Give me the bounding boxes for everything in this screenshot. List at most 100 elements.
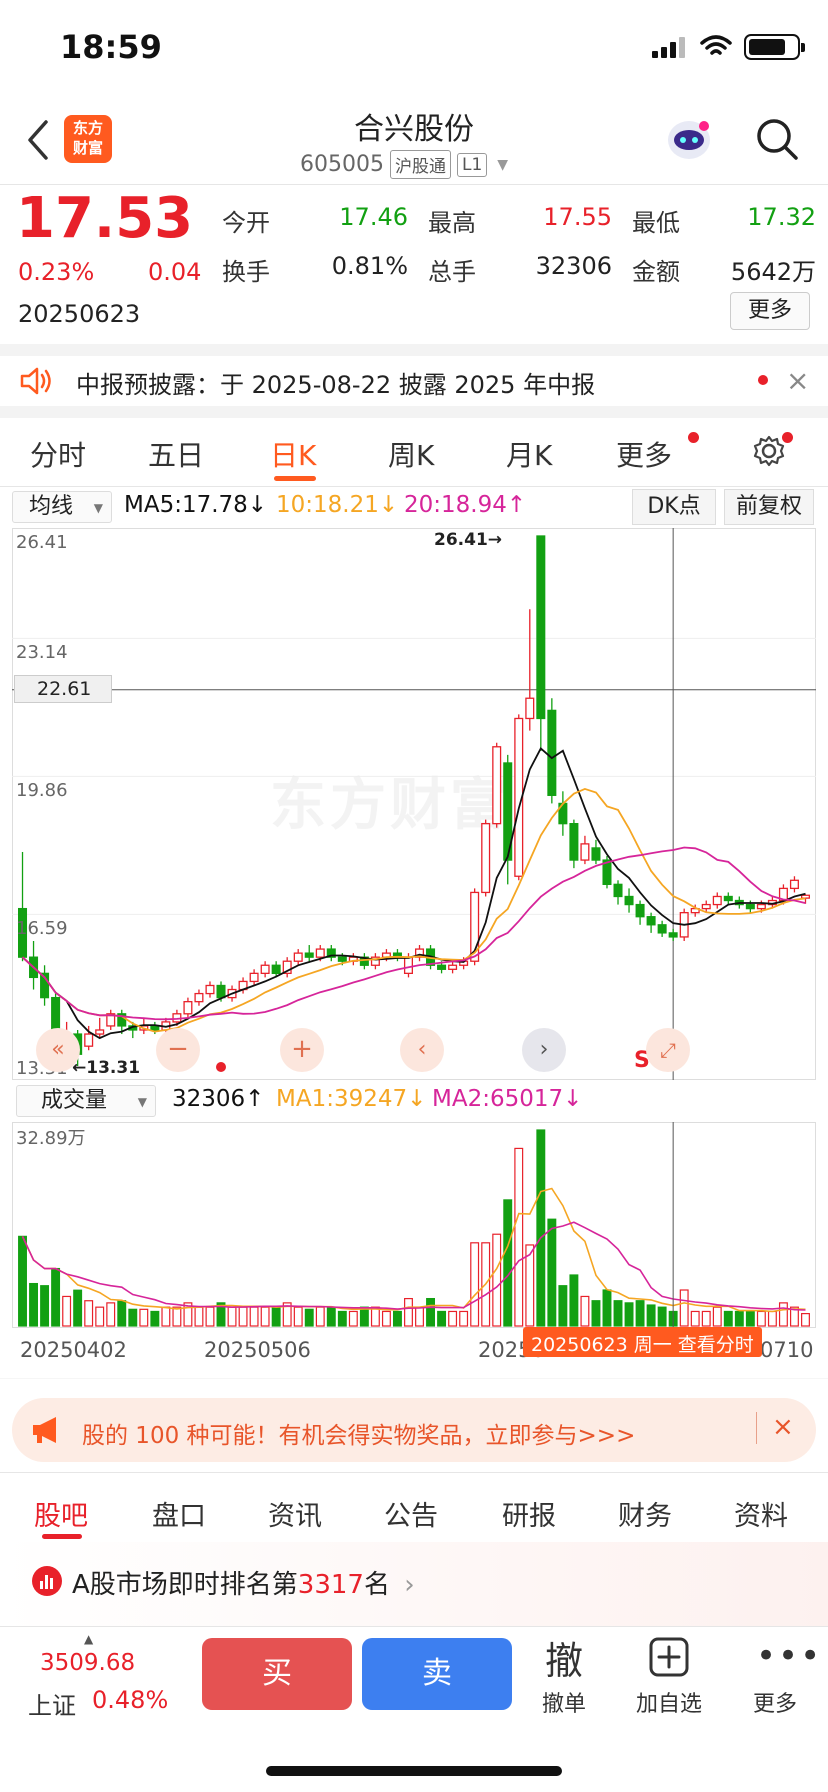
add-watchlist-icon[interactable] bbox=[648, 1636, 690, 1678]
add-watchlist-label[interactable]: 加自选 bbox=[629, 1686, 709, 1718]
tab-five-day[interactable]: 五日 bbox=[148, 434, 204, 474]
more-label[interactable]: 更多 bbox=[735, 1686, 815, 1718]
scroll-left-fast-button[interactable]: « bbox=[36, 1028, 80, 1072]
volume-bar bbox=[337, 1310, 347, 1327]
y-tick-label: 26.41 bbox=[16, 532, 68, 553]
view-intraday-badge[interactable]: 20250623 周一 查看分时 bbox=[523, 1327, 762, 1357]
volume-bar bbox=[459, 1310, 469, 1327]
high-label: 最高 bbox=[428, 209, 476, 237]
more-dots-icon[interactable]: ••• bbox=[756, 1636, 822, 1676]
robot-assistant-icon[interactable] bbox=[664, 116, 714, 162]
volume-bar bbox=[657, 1306, 667, 1327]
volume-bar bbox=[128, 1308, 138, 1327]
volume-bar bbox=[547, 1218, 557, 1327]
volume-bar bbox=[602, 1289, 612, 1327]
tab-news[interactable]: 资讯 bbox=[268, 1494, 322, 1533]
volume-ma1: MA1:39247↓ bbox=[276, 1086, 427, 1112]
search-icon[interactable] bbox=[754, 116, 800, 162]
stock-code-row[interactable]: 605005 沪股通 L1 ▼ bbox=[300, 150, 508, 179]
candle-body bbox=[635, 903, 645, 918]
tab-finance[interactable]: 财务 bbox=[618, 1494, 672, 1533]
tab-monthly-k[interactable]: 月K bbox=[506, 434, 552, 474]
tab-announcements[interactable]: 公告 bbox=[384, 1494, 438, 1533]
promo-close-button[interactable]: × bbox=[772, 1412, 794, 1442]
notice-text[interactable]: 中报预披露：于 2025-08-22 披露 2025 年中报 bbox=[76, 365, 595, 400]
index-change[interactable]: 0.48% bbox=[92, 1686, 168, 1714]
change-amount: 0.04 bbox=[148, 258, 202, 286]
candle-body bbox=[315, 948, 325, 958]
up-arrow-icon[interactable]: ▲ bbox=[84, 1632, 93, 1646]
index-value[interactable]: 3509.68 bbox=[40, 1650, 135, 1676]
candle-body bbox=[723, 895, 733, 902]
volume-bar bbox=[51, 1267, 61, 1327]
tab-daily-k[interactable]: 日K bbox=[270, 434, 316, 474]
dk-point-button[interactable]: DK点 bbox=[632, 489, 716, 525]
volume-bar bbox=[249, 1306, 259, 1327]
volume-bar bbox=[359, 1306, 369, 1327]
volume-bar bbox=[117, 1300, 127, 1327]
tab-profile[interactable]: 资料 bbox=[734, 1494, 788, 1533]
candle-body bbox=[437, 964, 447, 970]
tab-research[interactable]: 研报 bbox=[502, 1494, 556, 1533]
rank-prefix: A股市场即时排名第 bbox=[72, 1570, 298, 1600]
low-value: 17.32 bbox=[747, 203, 816, 231]
ma5-value: MA5:17.78↓ bbox=[124, 492, 268, 518]
change-percent: 0.23% bbox=[18, 258, 95, 286]
volume-bar bbox=[723, 1310, 733, 1327]
volume-bar bbox=[591, 1300, 601, 1327]
volume-bar bbox=[624, 1302, 634, 1327]
promo-text[interactable]: 股的 100 种可能！有机会得实物奖品，立即参与>>> bbox=[82, 1416, 635, 1450]
volume-bar bbox=[161, 1306, 171, 1327]
zoom-in-button[interactable]: + bbox=[280, 1028, 324, 1072]
rank-text[interactable]: A股市场即时排名第3317名 › bbox=[72, 1564, 415, 1601]
low-label: 最低 bbox=[632, 209, 680, 237]
sell-button[interactable]: 卖 bbox=[362, 1638, 512, 1710]
tab-order-book[interactable]: 盘口 bbox=[152, 1494, 206, 1533]
scroll-left-button[interactable]: ‹ bbox=[400, 1028, 444, 1072]
notice-close-button[interactable]: × bbox=[786, 364, 809, 397]
candle-body bbox=[701, 903, 711, 910]
adjust-mode-button[interactable]: 前复权 bbox=[724, 489, 814, 525]
volume-bar bbox=[679, 1289, 689, 1327]
volume-bar bbox=[293, 1306, 303, 1327]
candle-body bbox=[260, 964, 270, 975]
dropdown-icon: ▼ bbox=[93, 501, 103, 515]
scroll-right-button[interactable]: › bbox=[522, 1028, 566, 1072]
quote-more-button[interactable]: 更多 bbox=[730, 292, 810, 330]
tag-hgt: 沪股通 bbox=[389, 150, 451, 179]
fullscreen-icon[interactable]: ⤢ bbox=[646, 1028, 690, 1072]
indicator-select[interactable]: 均线 ▼ bbox=[12, 491, 112, 523]
rank-suffix: 名 bbox=[363, 1570, 390, 1600]
volume-bar bbox=[381, 1310, 391, 1327]
tab-intraday[interactable]: 分时 bbox=[30, 434, 86, 474]
volume-bar bbox=[404, 1297, 413, 1327]
volume-indicator-select[interactable]: 成交量 ▼ bbox=[16, 1085, 156, 1117]
tab-forum[interactable]: 股吧 bbox=[34, 1494, 88, 1533]
wifi-icon bbox=[700, 35, 732, 55]
volume-bar bbox=[635, 1300, 645, 1327]
zoom-out-button[interactable]: − bbox=[156, 1028, 200, 1072]
volume-bar bbox=[801, 1313, 810, 1327]
candle-body bbox=[657, 924, 667, 934]
volume-bar bbox=[29, 1282, 39, 1327]
candle-body bbox=[624, 895, 634, 906]
index-name[interactable]: 上证 bbox=[28, 1686, 76, 1721]
tab-weekly-k[interactable]: 周K bbox=[388, 434, 434, 474]
cancel-order-label[interactable]: 撤单 bbox=[524, 1686, 604, 1718]
candle-body bbox=[205, 984, 215, 995]
candle-body bbox=[789, 879, 799, 890]
tab-more[interactable]: 更多 bbox=[616, 434, 672, 474]
kline-chart[interactable] bbox=[12, 528, 816, 1080]
volume-bar bbox=[558, 1285, 568, 1327]
volume-chart[interactable] bbox=[12, 1122, 816, 1328]
buy-button[interactable]: 买 bbox=[202, 1638, 352, 1710]
volume-bar bbox=[315, 1306, 325, 1327]
status-time: 18:59 bbox=[60, 28, 162, 66]
settings-gear-icon[interactable] bbox=[752, 434, 786, 468]
speaker-icon bbox=[20, 367, 51, 395]
x-date-label: 20250402 bbox=[20, 1338, 127, 1362]
volume-bar bbox=[238, 1306, 248, 1327]
volume-bar bbox=[470, 1242, 480, 1327]
cancel-order-icon[interactable]: 撤 bbox=[540, 1630, 588, 1685]
volume-bar bbox=[227, 1306, 237, 1327]
